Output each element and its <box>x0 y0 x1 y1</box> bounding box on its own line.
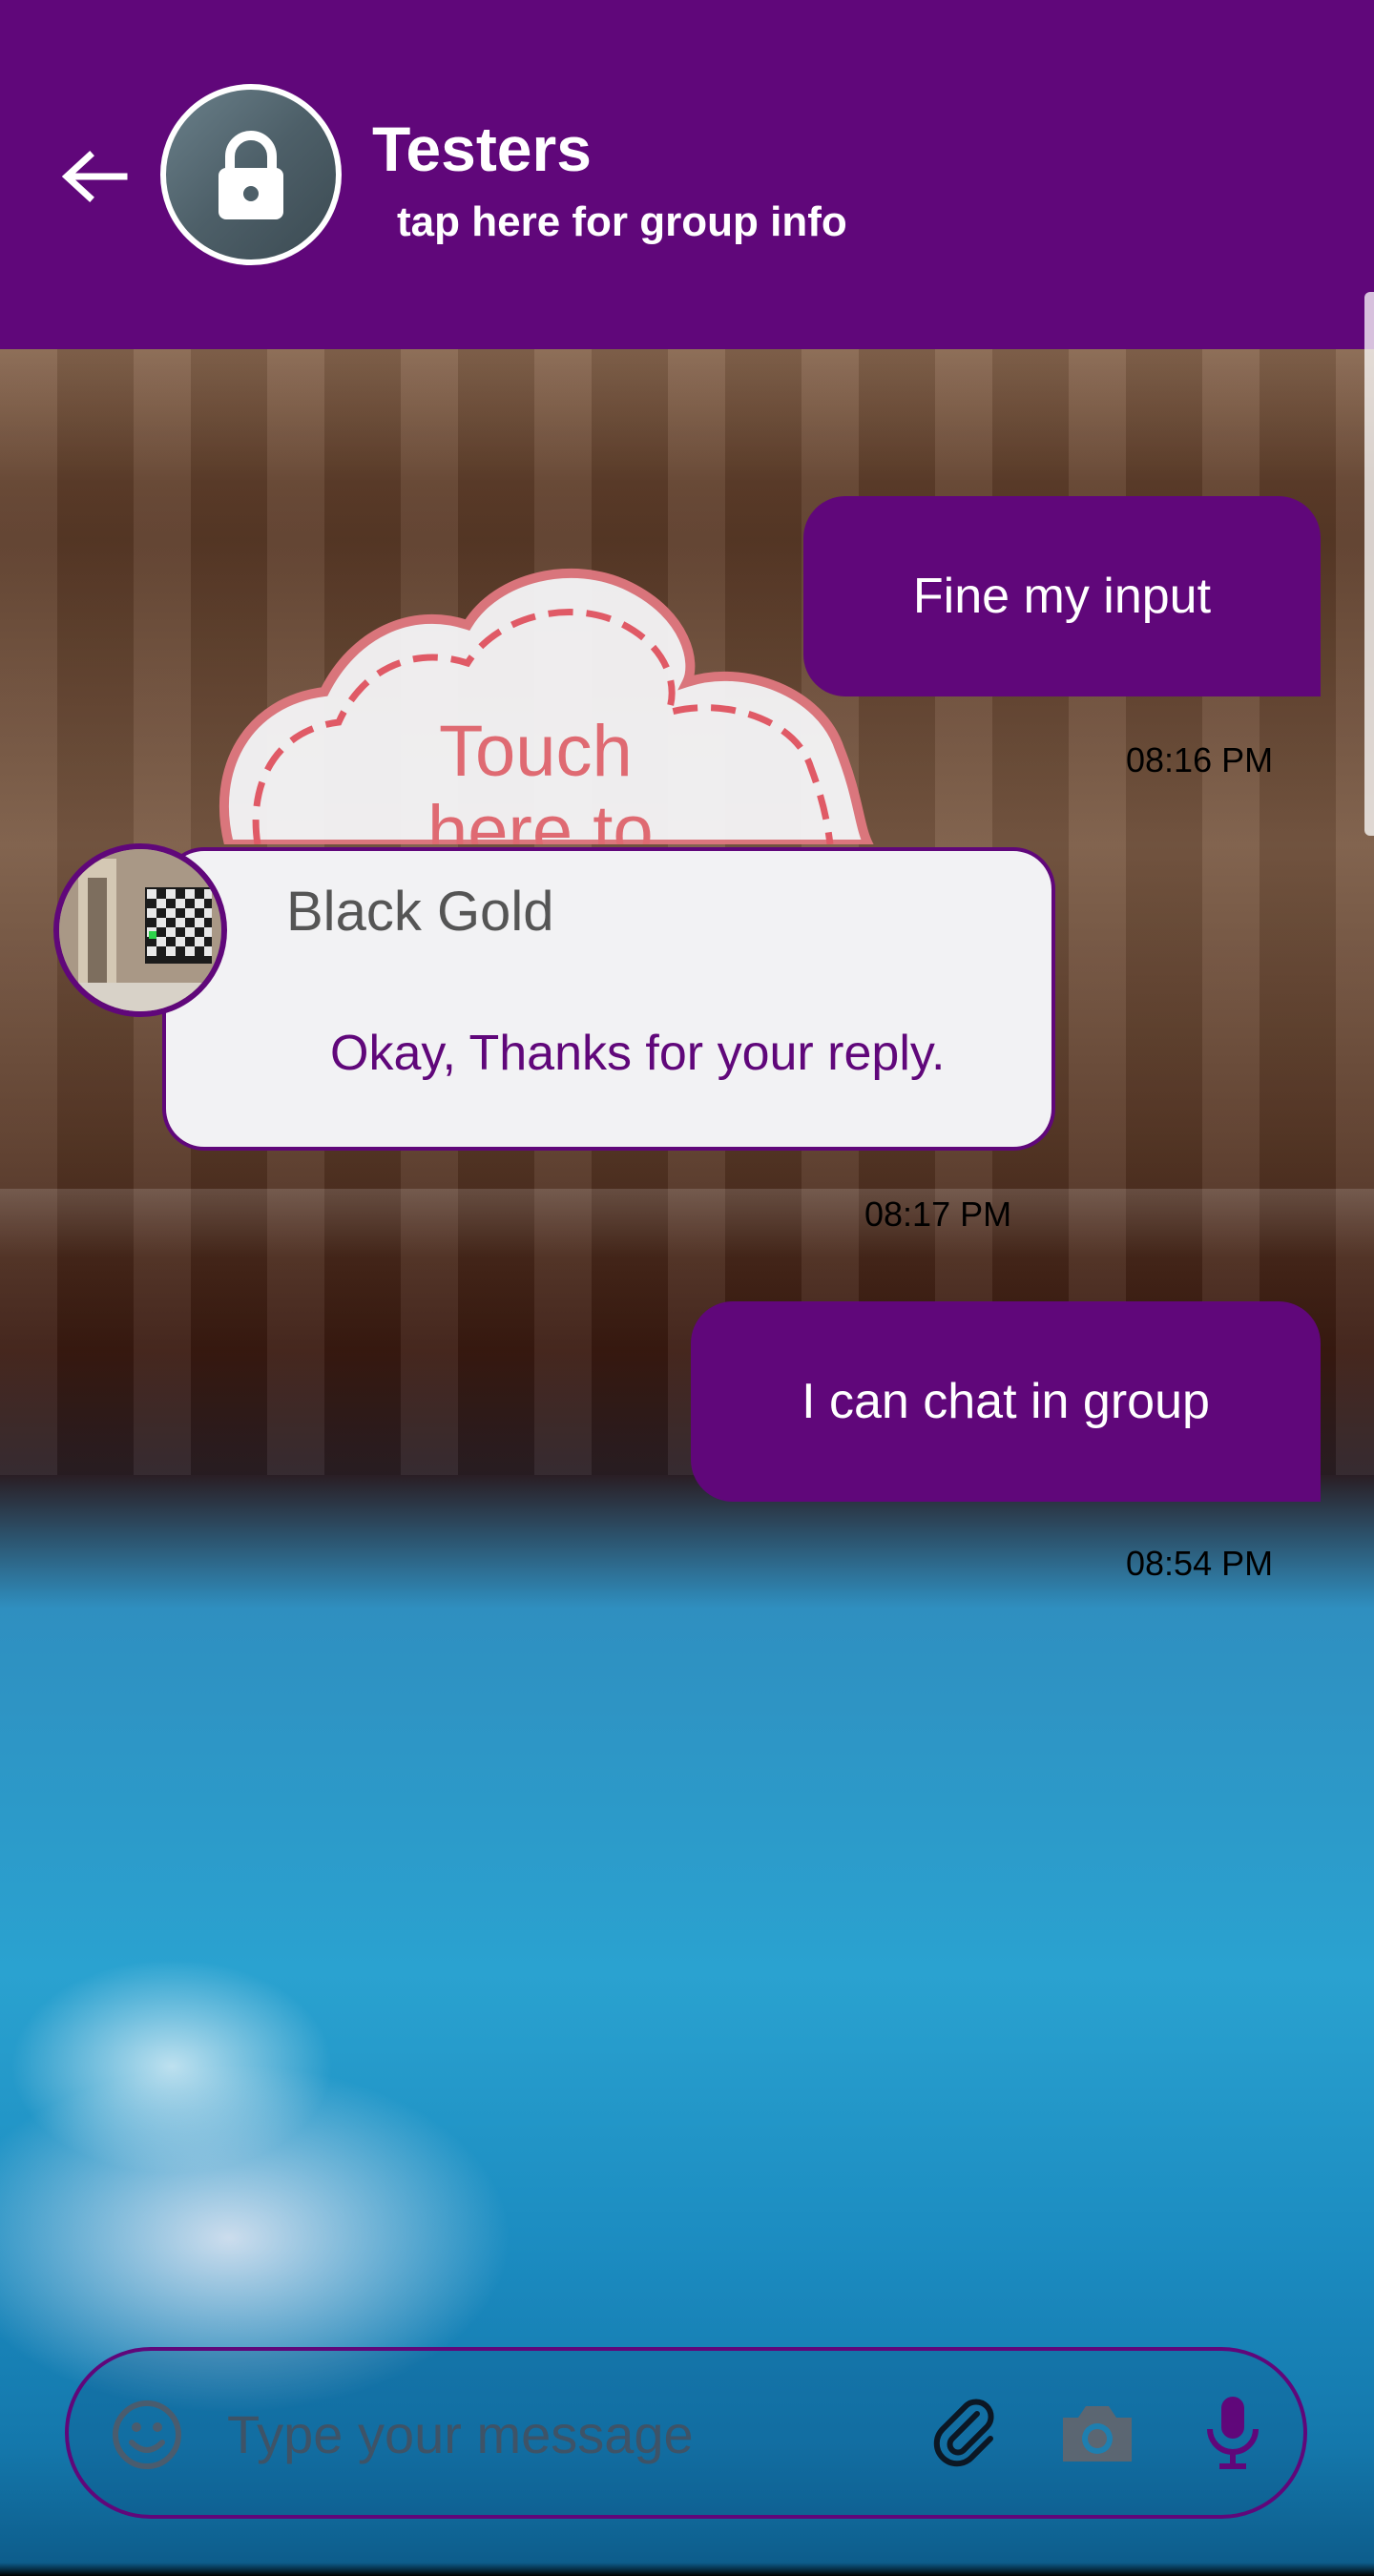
outgoing-message[interactable]: Fine my input <box>803 496 1321 696</box>
message-input[interactable] <box>225 2385 897 2483</box>
message-text: I can chat in group <box>802 1374 1210 1429</box>
message-timestamp: 08:54 PM <box>1126 1544 1274 1583</box>
message-composer <box>65 2347 1307 2519</box>
sender-name: Black Gold <box>286 881 554 943</box>
message-text: Okay, Thanks for your reply. <box>330 1026 946 1081</box>
outgoing-message[interactable]: I can chat in group <box>691 1301 1321 1502</box>
message-timestamp: 08:16 PM <box>1126 740 1274 779</box>
message-timestamp: 08:17 PM <box>864 1195 1012 1234</box>
group-info-hint[interactable]: tap here for group info <box>397 198 847 246</box>
group-title[interactable]: Testers <box>372 113 592 185</box>
message-text: Fine my input <box>912 569 1212 624</box>
emoji-icon[interactable] <box>111 2399 183 2471</box>
arrow-left-icon[interactable] <box>59 148 128 205</box>
paperclip-icon[interactable] <box>927 2395 1004 2471</box>
sender-avatar[interactable] <box>53 843 227 1017</box>
chat-header[interactable]: Testers tap here for group info <box>0 0 1374 349</box>
microphone-icon[interactable] <box>1202 2393 1263 2473</box>
camera-icon[interactable] <box>1057 2397 1137 2469</box>
group-avatar[interactable] <box>160 84 342 265</box>
sticker-text-line2: here to <box>427 791 654 844</box>
scrollbar[interactable] <box>1364 292 1374 836</box>
chat-screen: Testers tap here for group info Touch he… <box>0 0 1374 2576</box>
sticker-text-line1: Touch <box>439 711 633 792</box>
lock-icon <box>219 131 283 219</box>
incoming-message[interactable]: Black Gold Okay, Thanks for your reply. <box>162 847 1055 1151</box>
